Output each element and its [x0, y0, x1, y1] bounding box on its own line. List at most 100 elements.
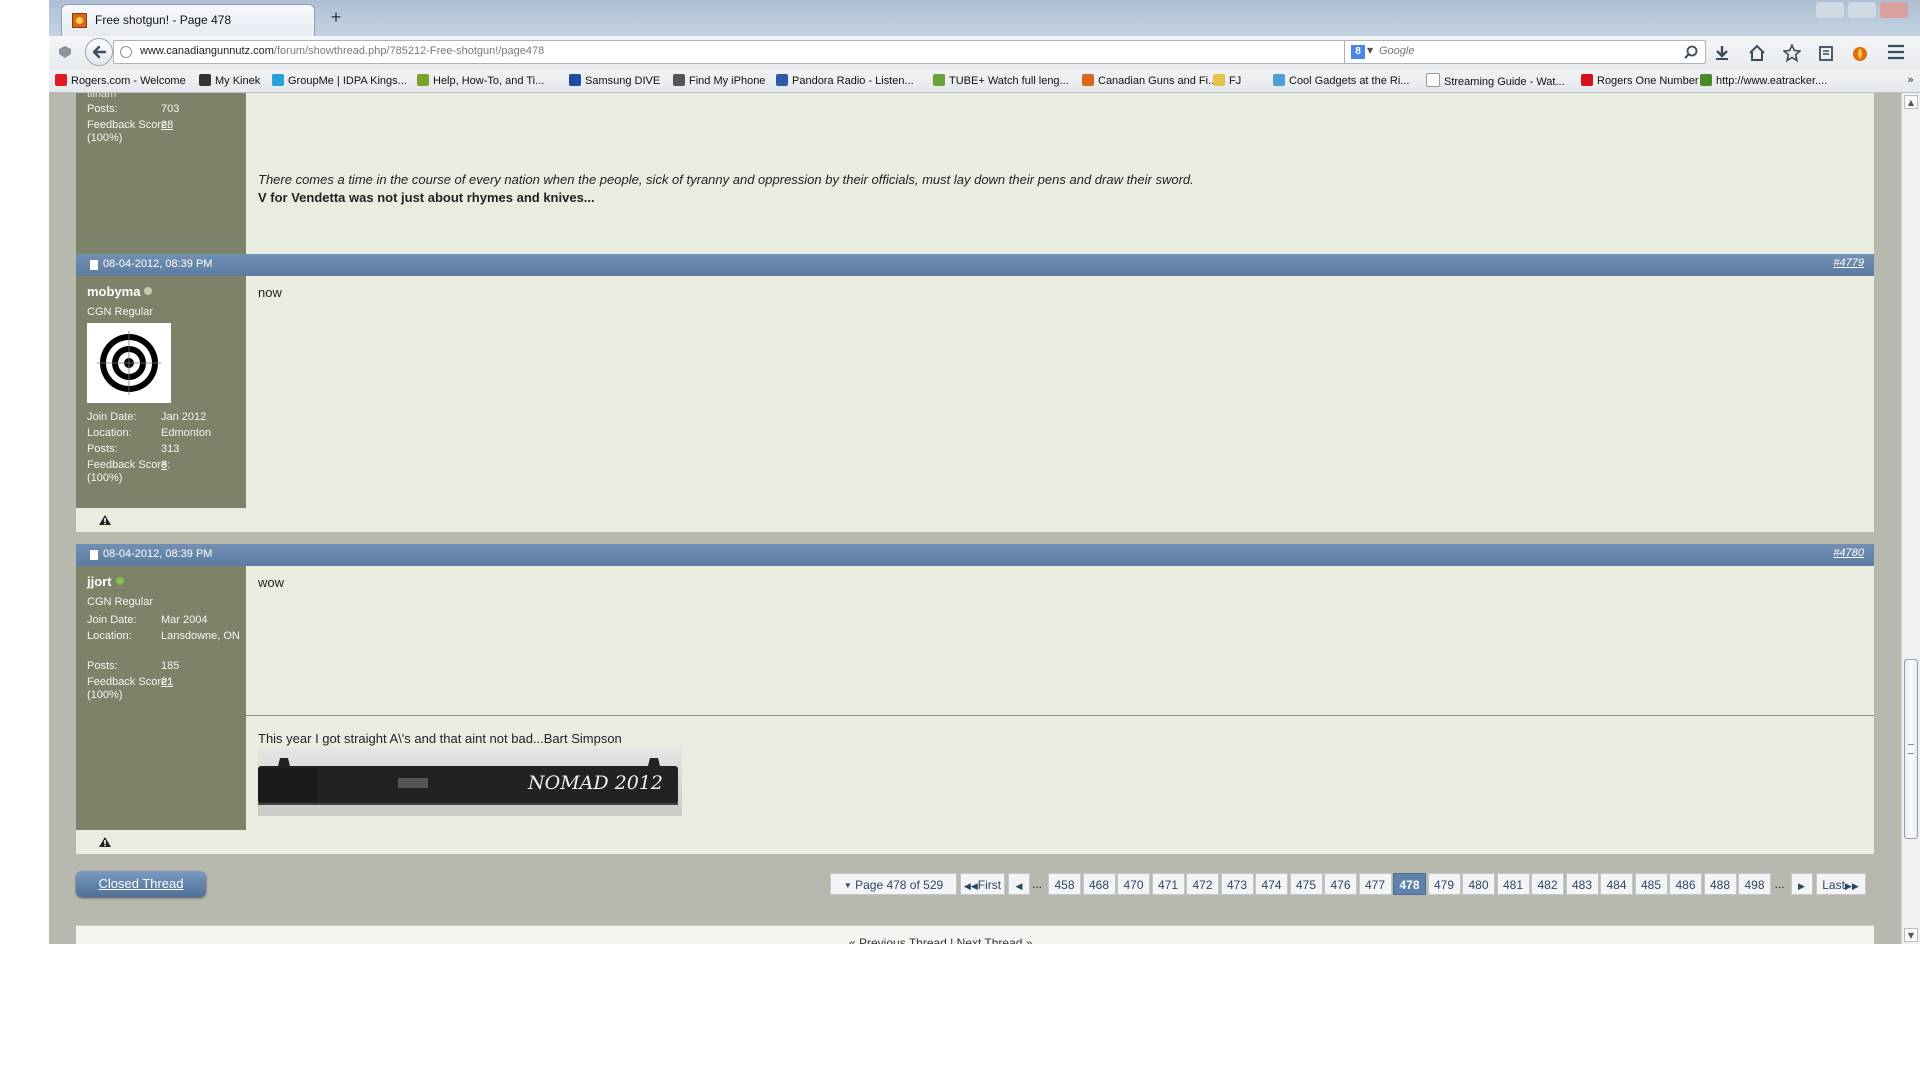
- close-window-button[interactable]: [1880, 2, 1908, 18]
- page-number-link[interactable]: 498: [1738, 873, 1771, 895]
- page-number-link[interactable]: 485: [1634, 873, 1668, 895]
- page-scrollbar[interactable]: ▲ ▼: [1901, 93, 1920, 944]
- bookmark-item[interactable]: Streaming Guide - Wat...: [1426, 73, 1565, 89]
- page-number-link[interactable]: 483: [1565, 873, 1599, 895]
- bookmark-item[interactable]: Rogers One Number: [1581, 73, 1699, 89]
- scroll-down-icon[interactable]: ▼: [1904, 928, 1918, 942]
- location-label: Location:: [87, 630, 132, 642]
- bookmark-item[interactable]: Canadian Guns and Fi...: [1082, 73, 1217, 89]
- hamburger-menu-icon[interactable]: [1887, 44, 1905, 60]
- signature-tagline: V for Vendetta was not just about rhymes…: [258, 190, 595, 205]
- last-label: Last: [1822, 878, 1845, 892]
- search-bar[interactable]: 8 ▼ Google: [1344, 40, 1706, 64]
- page-number-link[interactable]: 481: [1496, 873, 1530, 895]
- bookmark-item[interactable]: Pandora Radio - Listen...: [776, 73, 914, 89]
- bookmark-item[interactable]: Find My iPhone: [673, 73, 765, 89]
- first-page-link[interactable]: ◀◀First: [960, 873, 1005, 895]
- page-number-link[interactable]: 458: [1048, 873, 1081, 895]
- bookmark-item[interactable]: Help, How-To, and Ti...: [417, 73, 544, 89]
- next-page-button[interactable]: ▶: [1790, 873, 1813, 895]
- bookmark-favicon-icon: [1426, 73, 1440, 87]
- page-number-link[interactable]: 480: [1462, 873, 1495, 895]
- firefox-identity-icon[interactable]: [57, 45, 73, 59]
- bookmark-item[interactable]: Cool Gadgets at the Ri...: [1273, 73, 1409, 89]
- page-number-link[interactable]: 486: [1669, 873, 1702, 895]
- new-tab-button[interactable]: +: [325, 6, 347, 28]
- username-link[interactable]: mobyma: [87, 284, 153, 299]
- page-number-link[interactable]: 484: [1600, 873, 1633, 895]
- downloads-icon[interactable]: [1713, 44, 1731, 62]
- feedback-score-link[interactable]: 21: [161, 676, 173, 688]
- bookmarks-menu-icon[interactable]: [1817, 44, 1835, 62]
- user-avatar[interactable]: [87, 323, 171, 403]
- bookmark-star-icon[interactable]: [1783, 44, 1801, 62]
- page-number-link[interactable]: 482: [1531, 873, 1564, 895]
- bookmarks-toolbar: » Rogers.com - Welcome My Kinek GroupMe | …: [49, 70, 1920, 93]
- minimize-window-button[interactable]: [1816, 2, 1844, 18]
- page-number-link[interactable]: 473: [1220, 873, 1254, 895]
- bookmark-item[interactable]: GroupMe | IDPA Kings...: [272, 73, 407, 89]
- feedback-score-link[interactable]: 3: [161, 459, 167, 471]
- home-icon[interactable]: [1748, 44, 1766, 62]
- addon-fire-icon[interactable]: [1851, 44, 1869, 62]
- scroll-up-icon[interactable]: ▲: [1904, 95, 1918, 109]
- page-number-link[interactable]: 475: [1289, 873, 1323, 895]
- post-header: 08-04-2012, 08:39 PM #4779: [76, 254, 1874, 276]
- bookmark-item[interactable]: Rogers.com - Welcome: [55, 73, 186, 89]
- post-permalink[interactable]: #4780: [1833, 547, 1864, 559]
- report-post-icon[interactable]: [98, 836, 112, 848]
- back-button[interactable]: [85, 38, 113, 66]
- page-number-link[interactable]: 468: [1082, 873, 1116, 895]
- scrollbar-thumb[interactable]: [1904, 659, 1918, 839]
- previous-page-button[interactable]: ◀: [1008, 873, 1030, 895]
- online-status-icon: [115, 577, 124, 585]
- engine-dropdown-icon[interactable]: ▼: [1367, 46, 1373, 55]
- search-engine-icon[interactable]: 8: [1351, 45, 1365, 59]
- feedback-label: Feedback Score:: [87, 676, 171, 688]
- page-number-link[interactable]: 470: [1117, 873, 1150, 895]
- join-date-label: Join Date:: [87, 614, 137, 626]
- url-host: www.canadiangunnutz.com: [140, 45, 274, 57]
- search-icon[interactable]: [1683, 44, 1699, 60]
- page-number-link[interactable]: 474: [1255, 873, 1288, 895]
- page-number-link[interactable]: 488: [1703, 873, 1737, 895]
- feedback-score-link[interactable]: 28: [161, 119, 173, 131]
- bookmarks-overflow-button[interactable]: »: [1907, 73, 1914, 86]
- globe-icon: [120, 46, 132, 58]
- left-arrow-icon: ◀: [1015, 881, 1023, 891]
- bookmark-favicon-icon: [1213, 74, 1225, 86]
- username-link[interactable]: jjort: [87, 574, 124, 589]
- user-info-panel: jjort CGN Regular Join Date: Mar 2004 Lo…: [76, 566, 246, 830]
- post-icon: [90, 550, 98, 560]
- report-post-icon[interactable]: [98, 514, 112, 526]
- page-info-text: Page 478 of 529: [855, 878, 944, 892]
- browser-tab-active[interactable]: Free shotgun! - Page 478: [61, 4, 315, 36]
- bookmark-item[interactable]: Samsung DIVE: [569, 73, 660, 89]
- address-bar[interactable]: www.canadiangunnutz.com/forum/showthread…: [113, 40, 1389, 64]
- bookmark-item[interactable]: FJ: [1213, 73, 1241, 89]
- tab-strip: Free shotgun! - Page 478 +: [49, 0, 1920, 36]
- page-number-link[interactable]: 472: [1186, 873, 1219, 895]
- bookmark-item[interactable]: My Kinek: [199, 73, 260, 89]
- search-input[interactable]: Google: [1379, 45, 1414, 57]
- page-info-dropdown[interactable]: ▼ Page 478 of 529: [830, 873, 957, 895]
- page-number-link[interactable]: 476: [1324, 873, 1357, 895]
- post-footer: [76, 508, 1874, 532]
- maximize-window-button[interactable]: [1848, 2, 1876, 18]
- bookmark-item[interactable]: TUBE+ Watch full leng...: [933, 73, 1069, 89]
- previous-next-thread-links[interactable]: « Previous Thread | Next Thread »: [849, 936, 1032, 944]
- back-arrow-icon: [92, 45, 107, 59]
- last-page-link[interactable]: Last▶▶: [1815, 873, 1866, 895]
- post-header: 08-04-2012, 08:39 PM #4780: [76, 544, 1874, 566]
- page-number-link[interactable]: 471: [1151, 873, 1185, 895]
- pager-ellipsis: ...: [1032, 877, 1043, 891]
- signature-divider: [246, 715, 1874, 716]
- page-number-link[interactable]: 477: [1358, 873, 1392, 895]
- post-permalink[interactable]: #4779: [1833, 257, 1864, 269]
- page-number-link[interactable]: 479: [1427, 873, 1461, 895]
- target-avatar-icon: [97, 331, 161, 395]
- bookmark-item[interactable]: http://www.eatracker....: [1700, 73, 1827, 89]
- address-text[interactable]: www.canadiangunnutz.com/forum/showthread…: [140, 45, 544, 57]
- feedback-percent: (100%): [87, 132, 123, 144]
- post-icon: [90, 260, 98, 270]
